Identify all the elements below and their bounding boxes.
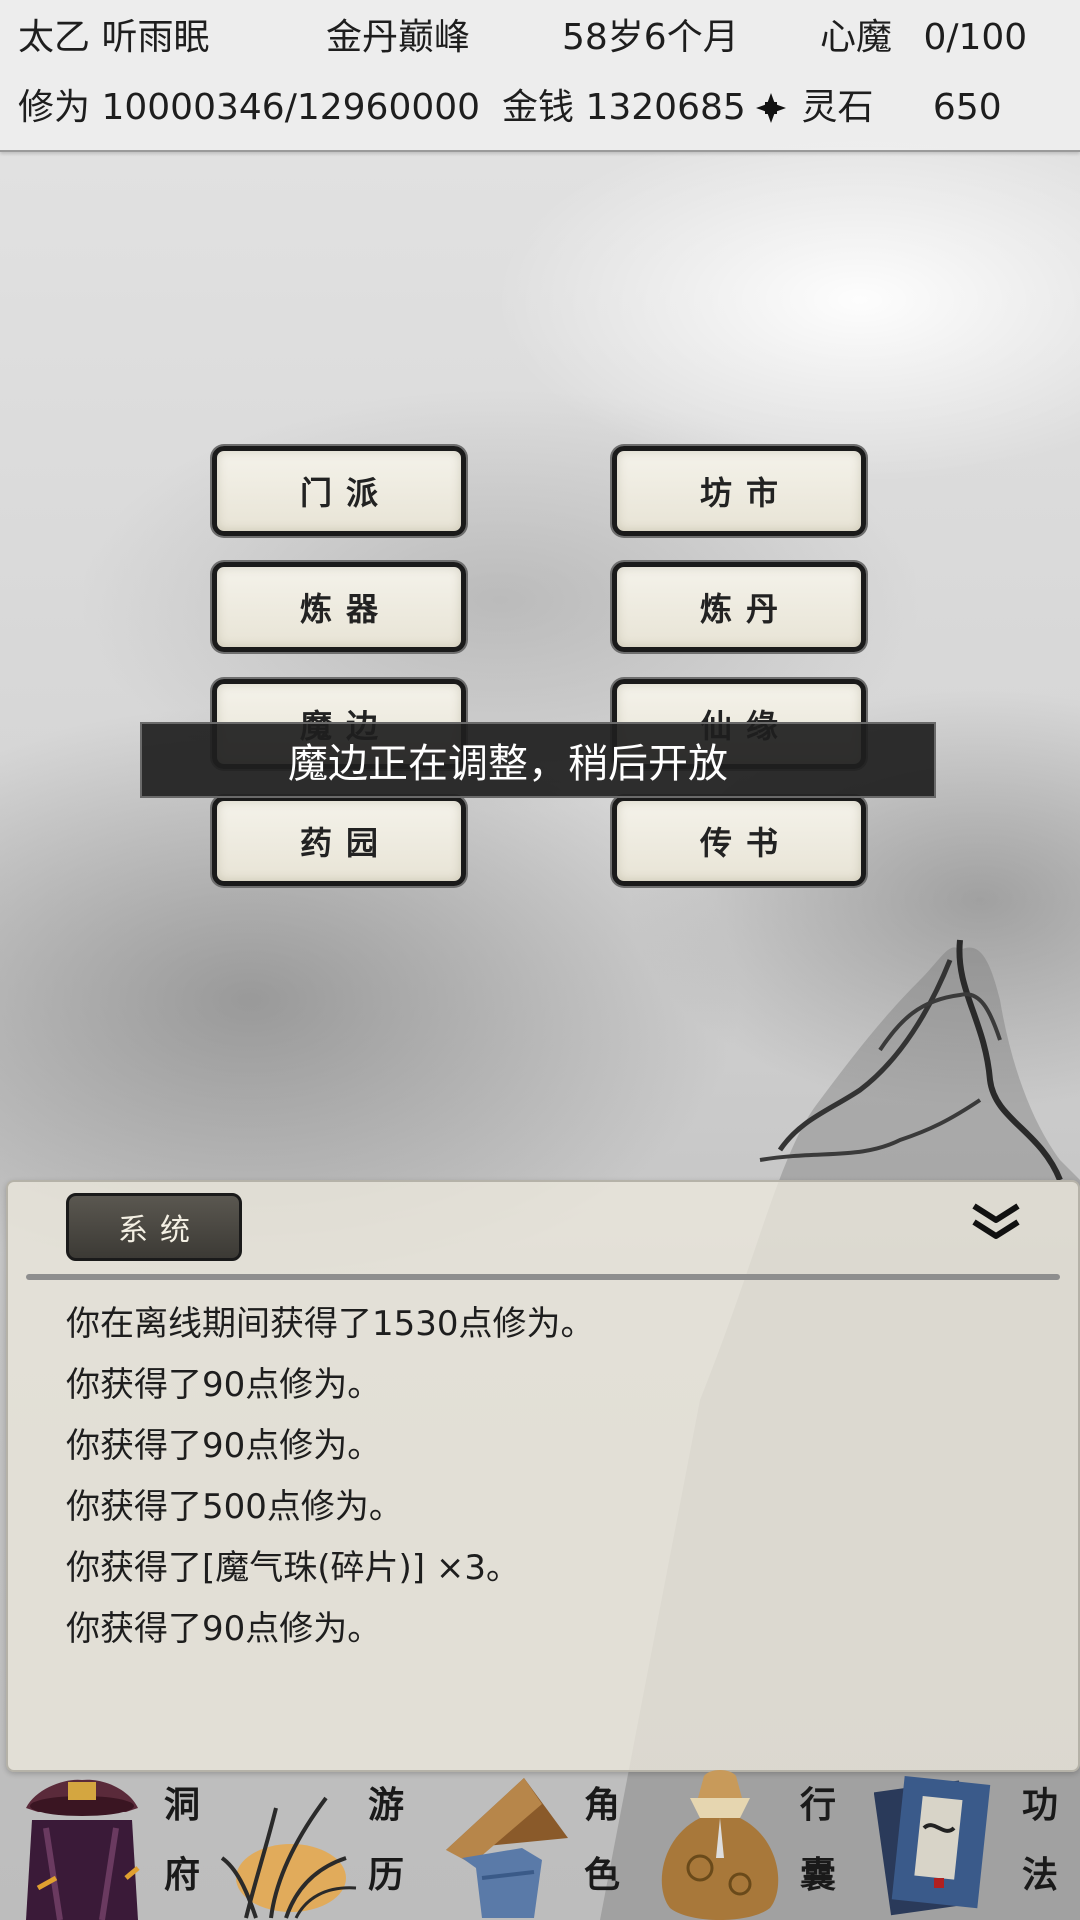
market-button[interactable]: 坊市 — [612, 446, 866, 536]
heart-demon-label: 心魔 — [820, 17, 893, 58]
nav-character[interactable]: 角色 — [432, 1768, 648, 1920]
message-log-panel: 系统 你在离线期间获得了1530点修为。 你获得了90点修为。 你获得了90点修… — [6, 1180, 1080, 1772]
log-entry: 你获得了90点修为。 — [66, 1365, 382, 1405]
scripture-book-icon — [874, 1775, 991, 1916]
bag-icon — [661, 1770, 779, 1920]
age-label: 58岁6个月 — [562, 17, 739, 58]
double-chevron-down-icon[interactable] — [968, 1200, 1024, 1244]
status-header: 太乙 听雨眠 金丹巅峰 58岁6个月 心魔 0/100 修为 10000346/… — [0, 0, 1080, 152]
log-entry: 你在离线期间获得了1530点修为。 — [66, 1304, 595, 1344]
alchemy-button[interactable]: 炼丹 — [612, 562, 866, 652]
messenger-button[interactable]: 传书 — [612, 796, 866, 886]
tab-system-label: 系统 — [118, 1213, 202, 1248]
log-list: 你在离线期间获得了1530点修为。 你获得了90点修为。 你获得了90点修为。 … — [66, 1294, 595, 1660]
herb-garden-button-label: 药园 — [299, 824, 392, 862]
money-stat: 金钱 1320685 — [502, 88, 746, 128]
market-button-label: 坊市 — [699, 474, 792, 512]
tab-system[interactable]: 系统 — [66, 1193, 242, 1261]
bottom-navigation: 洞府 游历 角色 行囊 功法 — [0, 1768, 1080, 1920]
money-label: 金钱 — [502, 87, 575, 128]
player-identity: 太乙 听雨眠 — [18, 18, 209, 58]
nav-cave-dwelling-label: 洞府 — [163, 1784, 200, 1896]
nav-techniques[interactable]: 功法 — [864, 1768, 1080, 1920]
spirit-stone-icon — [756, 93, 786, 123]
game-screen: 太乙 听雨眠 金丹巅峰 58岁6个月 心魔 0/100 修为 10000346/… — [0, 0, 1080, 1920]
sect-button[interactable]: 门派 — [212, 446, 466, 536]
log-divider — [26, 1274, 1060, 1280]
nav-techniques-label: 功法 — [1021, 1784, 1058, 1896]
spirit-stone-label: 灵石 — [801, 87, 874, 128]
herb-garden-button[interactable]: 药园 — [212, 796, 466, 886]
forge-button-label: 炼器 — [299, 590, 392, 628]
nav-character-label: 角色 — [583, 1784, 620, 1896]
cave-dwelling-icon — [26, 1779, 140, 1920]
money-value: 1320685 — [585, 87, 746, 128]
log-entry: 你获得了[魔气珠(碎片)] ×3。 — [66, 1548, 520, 1588]
cultivation-label: 修为 — [18, 87, 91, 128]
cultivation-stat: 修为 10000346/12960000 — [18, 88, 480, 128]
spirit-stone-stat: 灵石 650 — [754, 88, 1002, 128]
player-name: 听雨眠 — [101, 17, 210, 58]
realm-label: 金丹巅峰 — [326, 17, 471, 58]
log-entry: 你获得了500点修为。 — [66, 1487, 403, 1527]
alchemy-button-label: 炼丹 — [699, 590, 792, 628]
nav-inventory[interactable]: 行囊 — [648, 1768, 864, 1920]
sect-button-label: 门派 — [299, 474, 392, 512]
nav-cave-dwelling[interactable]: 洞府 — [0, 1768, 216, 1920]
nav-travel-label: 游历 — [367, 1784, 404, 1896]
messenger-button-label: 传书 — [699, 824, 792, 862]
nav-travel[interactable]: 游历 — [216, 1768, 432, 1920]
log-entry: 你获得了90点修为。 — [66, 1426, 382, 1466]
heart-demon-stat: 心魔 0/100 — [820, 18, 1027, 58]
travel-grass-icon — [220, 1796, 357, 1919]
heart-demon-value: 0/100 — [923, 17, 1028, 58]
nav-inventory-label: 行囊 — [799, 1784, 836, 1896]
straw-hat-character-icon — [446, 1778, 568, 1918]
sect-name: 太乙 — [18, 17, 91, 58]
log-entry: 你获得了90点修为。 — [66, 1609, 382, 1649]
spirit-stone-value: 650 — [932, 87, 1002, 128]
forge-button[interactable]: 炼器 — [212, 562, 466, 652]
cultivation-value: 10000346/12960000 — [101, 87, 481, 128]
toast-message: 魔边正在调整，稍后开放 — [140, 722, 936, 798]
